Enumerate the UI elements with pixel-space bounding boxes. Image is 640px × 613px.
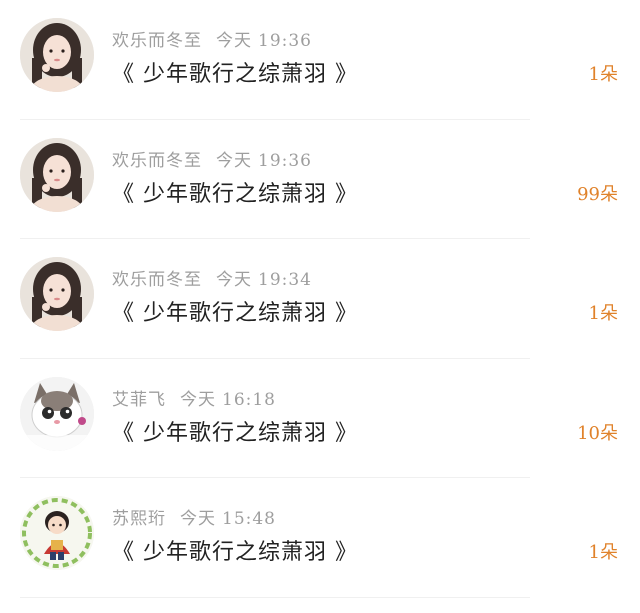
- item-meta: 欢乐而冬至 今天 19:34: [112, 265, 312, 290]
- boy-avatar-icon: [20, 496, 94, 570]
- item-meta: 艾菲飞 今天 16:18: [112, 385, 276, 410]
- avatar[interactable]: [20, 18, 94, 92]
- book-title[interactable]: 《 少年歌行之综萧羽 》: [112, 415, 358, 447]
- book-title[interactable]: 《 少年歌行之综萧羽 》: [112, 534, 358, 566]
- book-title[interactable]: 《 少年歌行之综萧羽 》: [112, 295, 358, 327]
- cat-avatar-icon: [20, 376, 94, 451]
- list-item[interactable]: 欢乐而冬至 今天 19:36 《 少年歌行之综萧羽 》 1朵: [0, 0, 640, 120]
- timestamp: 16:18: [222, 389, 276, 410]
- book-title[interactable]: 《 少年歌行之综萧羽 》: [112, 176, 358, 208]
- girl-avatar-icon: [20, 137, 94, 212]
- timestamp: 19:36: [258, 31, 312, 51]
- time-prefix: 今天: [180, 509, 216, 529]
- flower-count: 99朵: [577, 183, 618, 205]
- flower-count: 1朵: [588, 303, 618, 324]
- avatar[interactable]: [20, 257, 94, 331]
- list-item[interactable]: 艾菲飞 今天 16:18 《 少年歌行之综萧羽 》 10朵: [0, 359, 640, 478]
- timestamp: 19:34: [258, 270, 312, 290]
- flower-count: 1朵: [588, 542, 618, 563]
- flower-count: 1朵: [588, 64, 618, 85]
- girl-avatar-icon: [20, 18, 94, 92]
- avatar[interactable]: [20, 137, 94, 212]
- timestamp: 19:36: [258, 150, 312, 171]
- time-prefix: 今天: [216, 150, 252, 171]
- book-title[interactable]: 《 少年歌行之综萧羽 》: [112, 56, 358, 88]
- sender-name[interactable]: 苏熙珩: [112, 509, 166, 529]
- sender-name[interactable]: 欢乐而冬至: [112, 151, 202, 171]
- list-item[interactable]: 欢乐而冬至 今天 19:34 《 少年歌行之综萧羽 》 1朵: [0, 239, 640, 359]
- girl-avatar-icon: [20, 257, 94, 331]
- timestamp: 15:48: [222, 509, 276, 529]
- time-prefix: 今天: [180, 389, 216, 410]
- avatar[interactable]: [20, 496, 94, 570]
- gift-record-list: 欢乐而冬至 今天 19:36 《 少年歌行之综萧羽 》 1朵 欢乐而冬至 今天 19:3…: [0, 0, 640, 613]
- item-meta: 苏熙珩 今天 15:48: [112, 504, 276, 529]
- item-meta: 欢乐而冬至 今天 19:36: [112, 26, 312, 51]
- sender-name[interactable]: 欢乐而冬至: [112, 31, 202, 51]
- item-meta: 欢乐而冬至 今天 19:36: [112, 146, 312, 171]
- list-item[interactable]: 苏熙珩 今天 15:48 《 少年歌行之综萧羽 》 1朵: [0, 478, 640, 598]
- divider: [20, 596, 530, 598]
- sender-name[interactable]: 欢乐而冬至: [112, 270, 202, 290]
- time-prefix: 今天: [216, 31, 252, 51]
- flower-count: 10朵: [577, 422, 618, 444]
- sender-name[interactable]: 艾菲飞: [112, 390, 166, 410]
- avatar[interactable]: [20, 376, 94, 451]
- list-item[interactable]: 欢乐而冬至 今天 19:36 《 少年歌行之综萧羽 》 99朵: [0, 120, 640, 239]
- time-prefix: 今天: [216, 270, 252, 290]
